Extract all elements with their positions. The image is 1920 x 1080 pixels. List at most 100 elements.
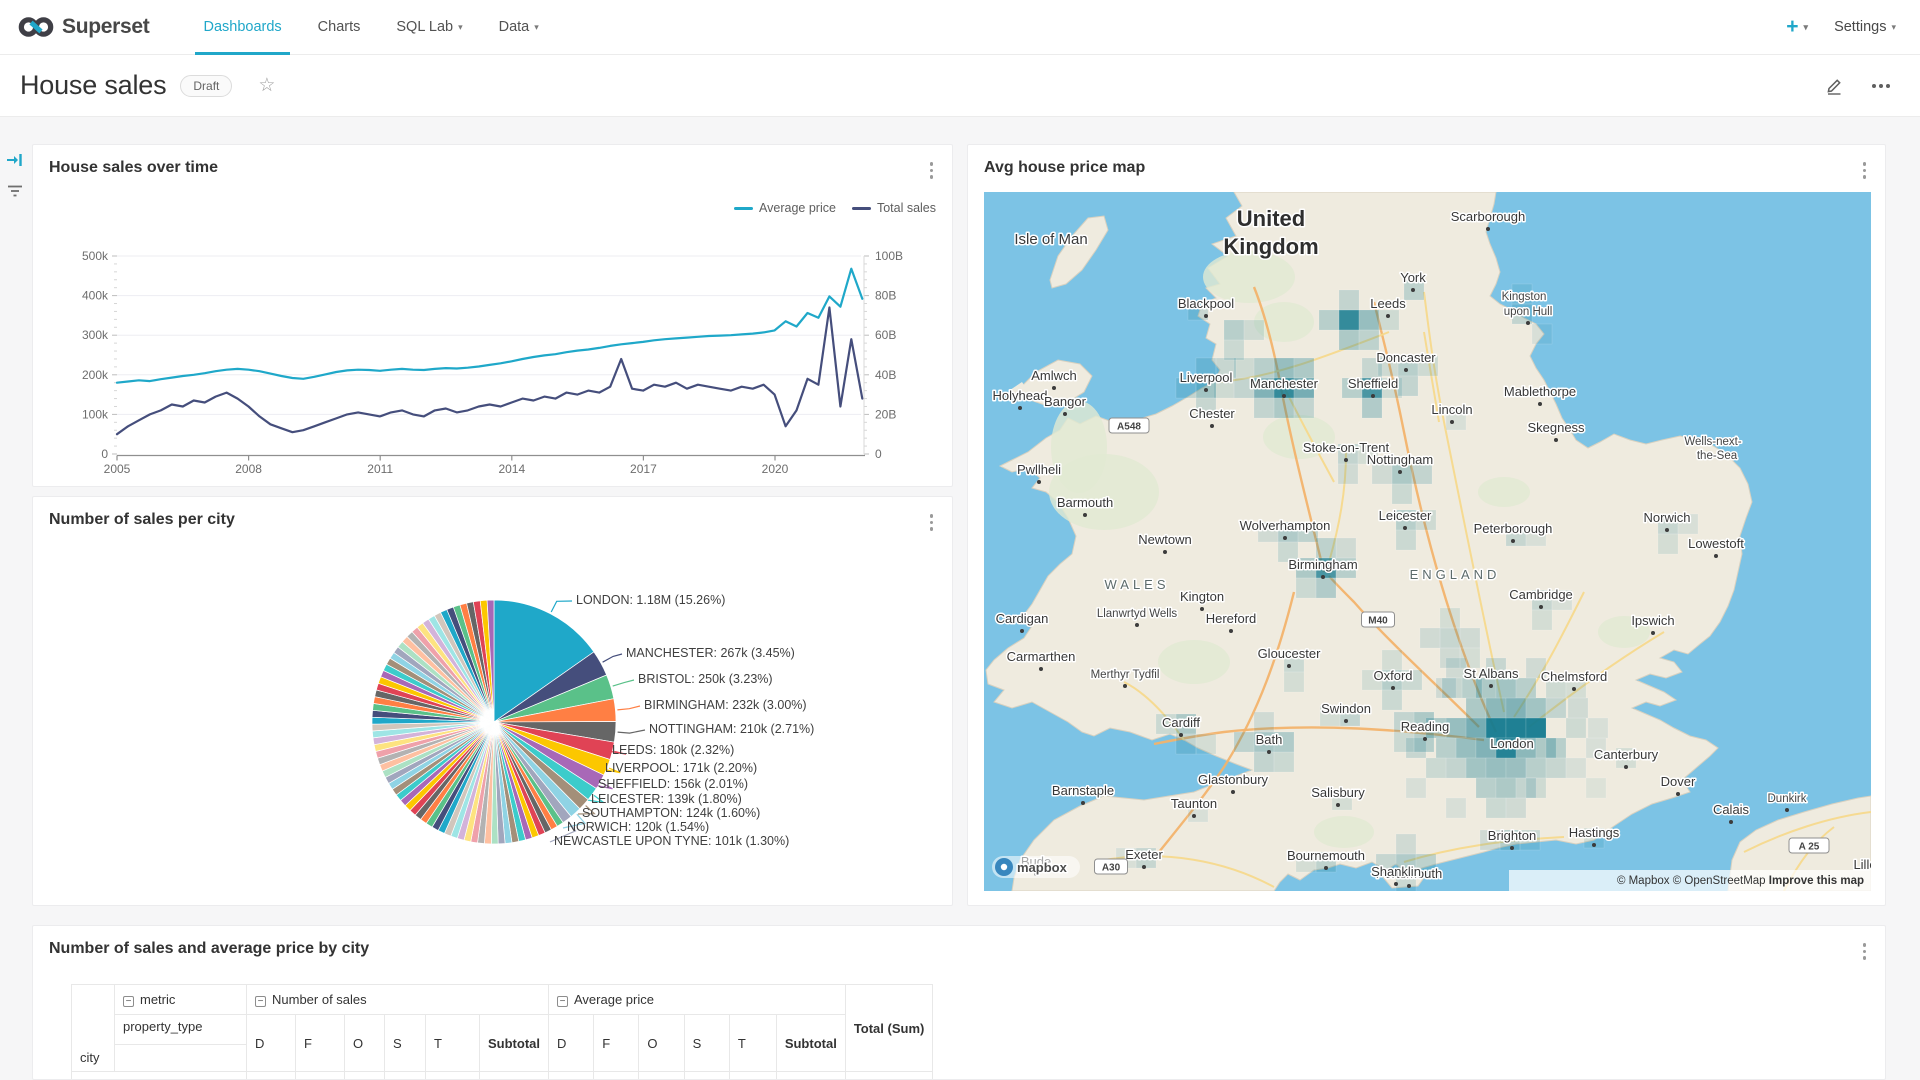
heat-cell xyxy=(1486,698,1506,718)
pivot-header-total: Total (Sum) xyxy=(845,985,933,1072)
cell-average-price: 294k xyxy=(729,1072,776,1080)
collapse-icon[interactable] xyxy=(255,996,266,1007)
cell-average-price: 746k xyxy=(639,1072,684,1080)
pivot-subcol: Subtotal xyxy=(776,1015,845,1072)
map-label-isle-of-man: Isle of Man xyxy=(1014,231,1087,248)
heat-cell xyxy=(1566,718,1586,738)
expand-filter-bar-icon[interactable] xyxy=(6,152,24,168)
superset-logo[interactable]: Superset xyxy=(18,14,149,40)
heat-cell xyxy=(1658,534,1678,554)
svg-text:400k: 400k xyxy=(82,289,109,303)
edit-pencil-icon[interactable] xyxy=(1824,76,1844,96)
heat-cell xyxy=(1568,698,1588,718)
map-label-glastonbury: Glastonbury xyxy=(1198,772,1269,787)
map-label-swindon: Swindon xyxy=(1321,701,1371,716)
collapse-icon[interactable] xyxy=(123,996,134,1007)
heat-cell xyxy=(1274,358,1294,378)
heat-cell xyxy=(1176,734,1196,754)
heat-cell xyxy=(1196,734,1216,754)
svg-text:A548: A548 xyxy=(1117,422,1141,433)
favorite-star-icon[interactable]: ☆ xyxy=(258,74,275,97)
svg-text:A 25: A 25 xyxy=(1799,842,1820,853)
nav-tab-charts[interactable]: Charts xyxy=(300,0,379,55)
heat-cell xyxy=(1442,678,1462,698)
map-label-merthyr-tydfil: Merthyr Tydfil xyxy=(1091,669,1160,681)
map-label-bournemouth: Bournemouth xyxy=(1287,848,1365,863)
nav-tab-sql-lab[interactable]: SQL Lab▾ xyxy=(378,0,480,55)
heat-cell xyxy=(1254,712,1274,732)
heat-cell xyxy=(1506,758,1526,778)
pivot-subcol: S xyxy=(684,1015,729,1072)
pivot-header-city: city xyxy=(72,1045,115,1072)
map-label-canterbury: Canterbury xyxy=(1594,747,1659,762)
superset-infinity-icon xyxy=(18,14,54,40)
map-label-kingdom: Kingdom xyxy=(1223,234,1318,259)
cell-number-of-sales: 635 xyxy=(296,1072,345,1080)
map-label-the-sea: the-Sea xyxy=(1697,450,1738,462)
heat-cell xyxy=(1446,758,1466,778)
cell-average-price: 2.18M xyxy=(776,1072,845,1080)
cell-number-of-sales: 841 xyxy=(385,1072,426,1080)
map-label-newtown: Newtown xyxy=(1138,532,1191,547)
pivot-group-1[interactable]: Average price xyxy=(549,985,846,1015)
chevron-down-icon: ▾ xyxy=(534,22,539,33)
map-label-brighton: Brighton xyxy=(1488,828,1536,843)
chart-options-menu[interactable] xyxy=(1858,159,1872,182)
svg-text:80B: 80B xyxy=(875,289,896,303)
pivot-header-metric[interactable]: metric xyxy=(115,985,247,1015)
pivot-group-0[interactable]: Number of sales xyxy=(247,985,549,1015)
line-chart-canvas[interactable]: 500k100B400k80B300k60B200k40B100k20B0020… xyxy=(33,165,952,485)
mapbox-logo[interactable]: mapbox xyxy=(992,856,1080,878)
heat-cell xyxy=(1440,628,1460,648)
nav-tab-data[interactable]: Data▾ xyxy=(481,0,557,55)
heat-cell xyxy=(1456,738,1476,758)
dashboard-options-menu[interactable] xyxy=(1868,80,1894,92)
series-average-price xyxy=(117,269,862,383)
svg-text:300k: 300k xyxy=(82,328,109,342)
heat-cell xyxy=(1294,398,1314,418)
map-label-bangor: Bangor xyxy=(1044,394,1087,409)
cell-number-of-sales: 26 xyxy=(345,1072,385,1080)
improve-map-link[interactable]: Improve this map xyxy=(1769,875,1864,887)
chart-title: Number of sales and average price by cit… xyxy=(49,940,369,958)
nav-tab-dashboards[interactable]: Dashboards xyxy=(185,0,299,55)
pivot-subcol: F xyxy=(594,1015,639,1072)
map-label-doncaster: Doncaster xyxy=(1376,350,1436,365)
map-label-wolverhampton: Wolverhampton xyxy=(1240,518,1331,533)
map-label-wells-next-: Wells-next- xyxy=(1684,436,1741,448)
pie-label-birmingham: BIRMINGHAM: 232k (3.00%) xyxy=(644,698,807,712)
heat-cell xyxy=(1382,650,1402,670)
heat-cell xyxy=(1476,778,1496,798)
new-item-button[interactable]: +▾ xyxy=(1786,15,1808,39)
heat-cell xyxy=(1526,778,1546,798)
brand-name: Superset xyxy=(62,15,149,39)
heat-cell xyxy=(1460,628,1480,648)
collapse-icon[interactable] xyxy=(557,996,568,1007)
heat-cell xyxy=(1338,464,1358,484)
heat-cell xyxy=(1420,628,1440,648)
map-label-kingston: Kingston xyxy=(1502,291,1547,303)
svg-text:2005: 2005 xyxy=(104,462,131,476)
top-navbar: Superset Dashboards Charts SQL Lab▾ Data… xyxy=(0,0,1920,55)
chart-card-house-sales-over-time: House sales over time Average priceTotal… xyxy=(32,144,953,487)
settings-menu[interactable]: Settings▾ xyxy=(1834,19,1896,35)
heat-cell xyxy=(1294,358,1314,378)
heat-cell xyxy=(1526,718,1546,738)
svg-text:2008: 2008 xyxy=(235,462,262,476)
heat-cell xyxy=(1372,464,1392,484)
osm-attribution-link[interactable]: © OpenStreetMap xyxy=(1673,875,1769,887)
svg-text:100B: 100B xyxy=(875,249,903,263)
map-canvas[interactable]: UnitedKingdomIsle of ManWALESENGLANDScar… xyxy=(984,192,1871,891)
filter-icon[interactable] xyxy=(7,184,23,198)
map-label-chelmsford: Chelmsford xyxy=(1541,669,1607,684)
map-label-exeter: Exeter xyxy=(1125,847,1163,862)
pie-label-bristol: BRISTOL: 250k (3.23%) xyxy=(638,672,773,686)
pie-chart-canvas[interactable] xyxy=(33,497,952,905)
map-label-scarborough: Scarborough xyxy=(1451,209,1525,224)
map-label-manchester: Manchester xyxy=(1250,376,1319,391)
map-label-upon-hull: upon Hull xyxy=(1504,306,1553,318)
chart-options-menu[interactable] xyxy=(1858,940,1872,963)
map-label-hastings: Hastings xyxy=(1569,825,1620,840)
mapbox-attribution-link[interactable]: © Mapbox xyxy=(1617,875,1673,887)
chart-card-sales-per-city: Number of sales per city LONDON: 1.18M (… xyxy=(32,496,953,906)
